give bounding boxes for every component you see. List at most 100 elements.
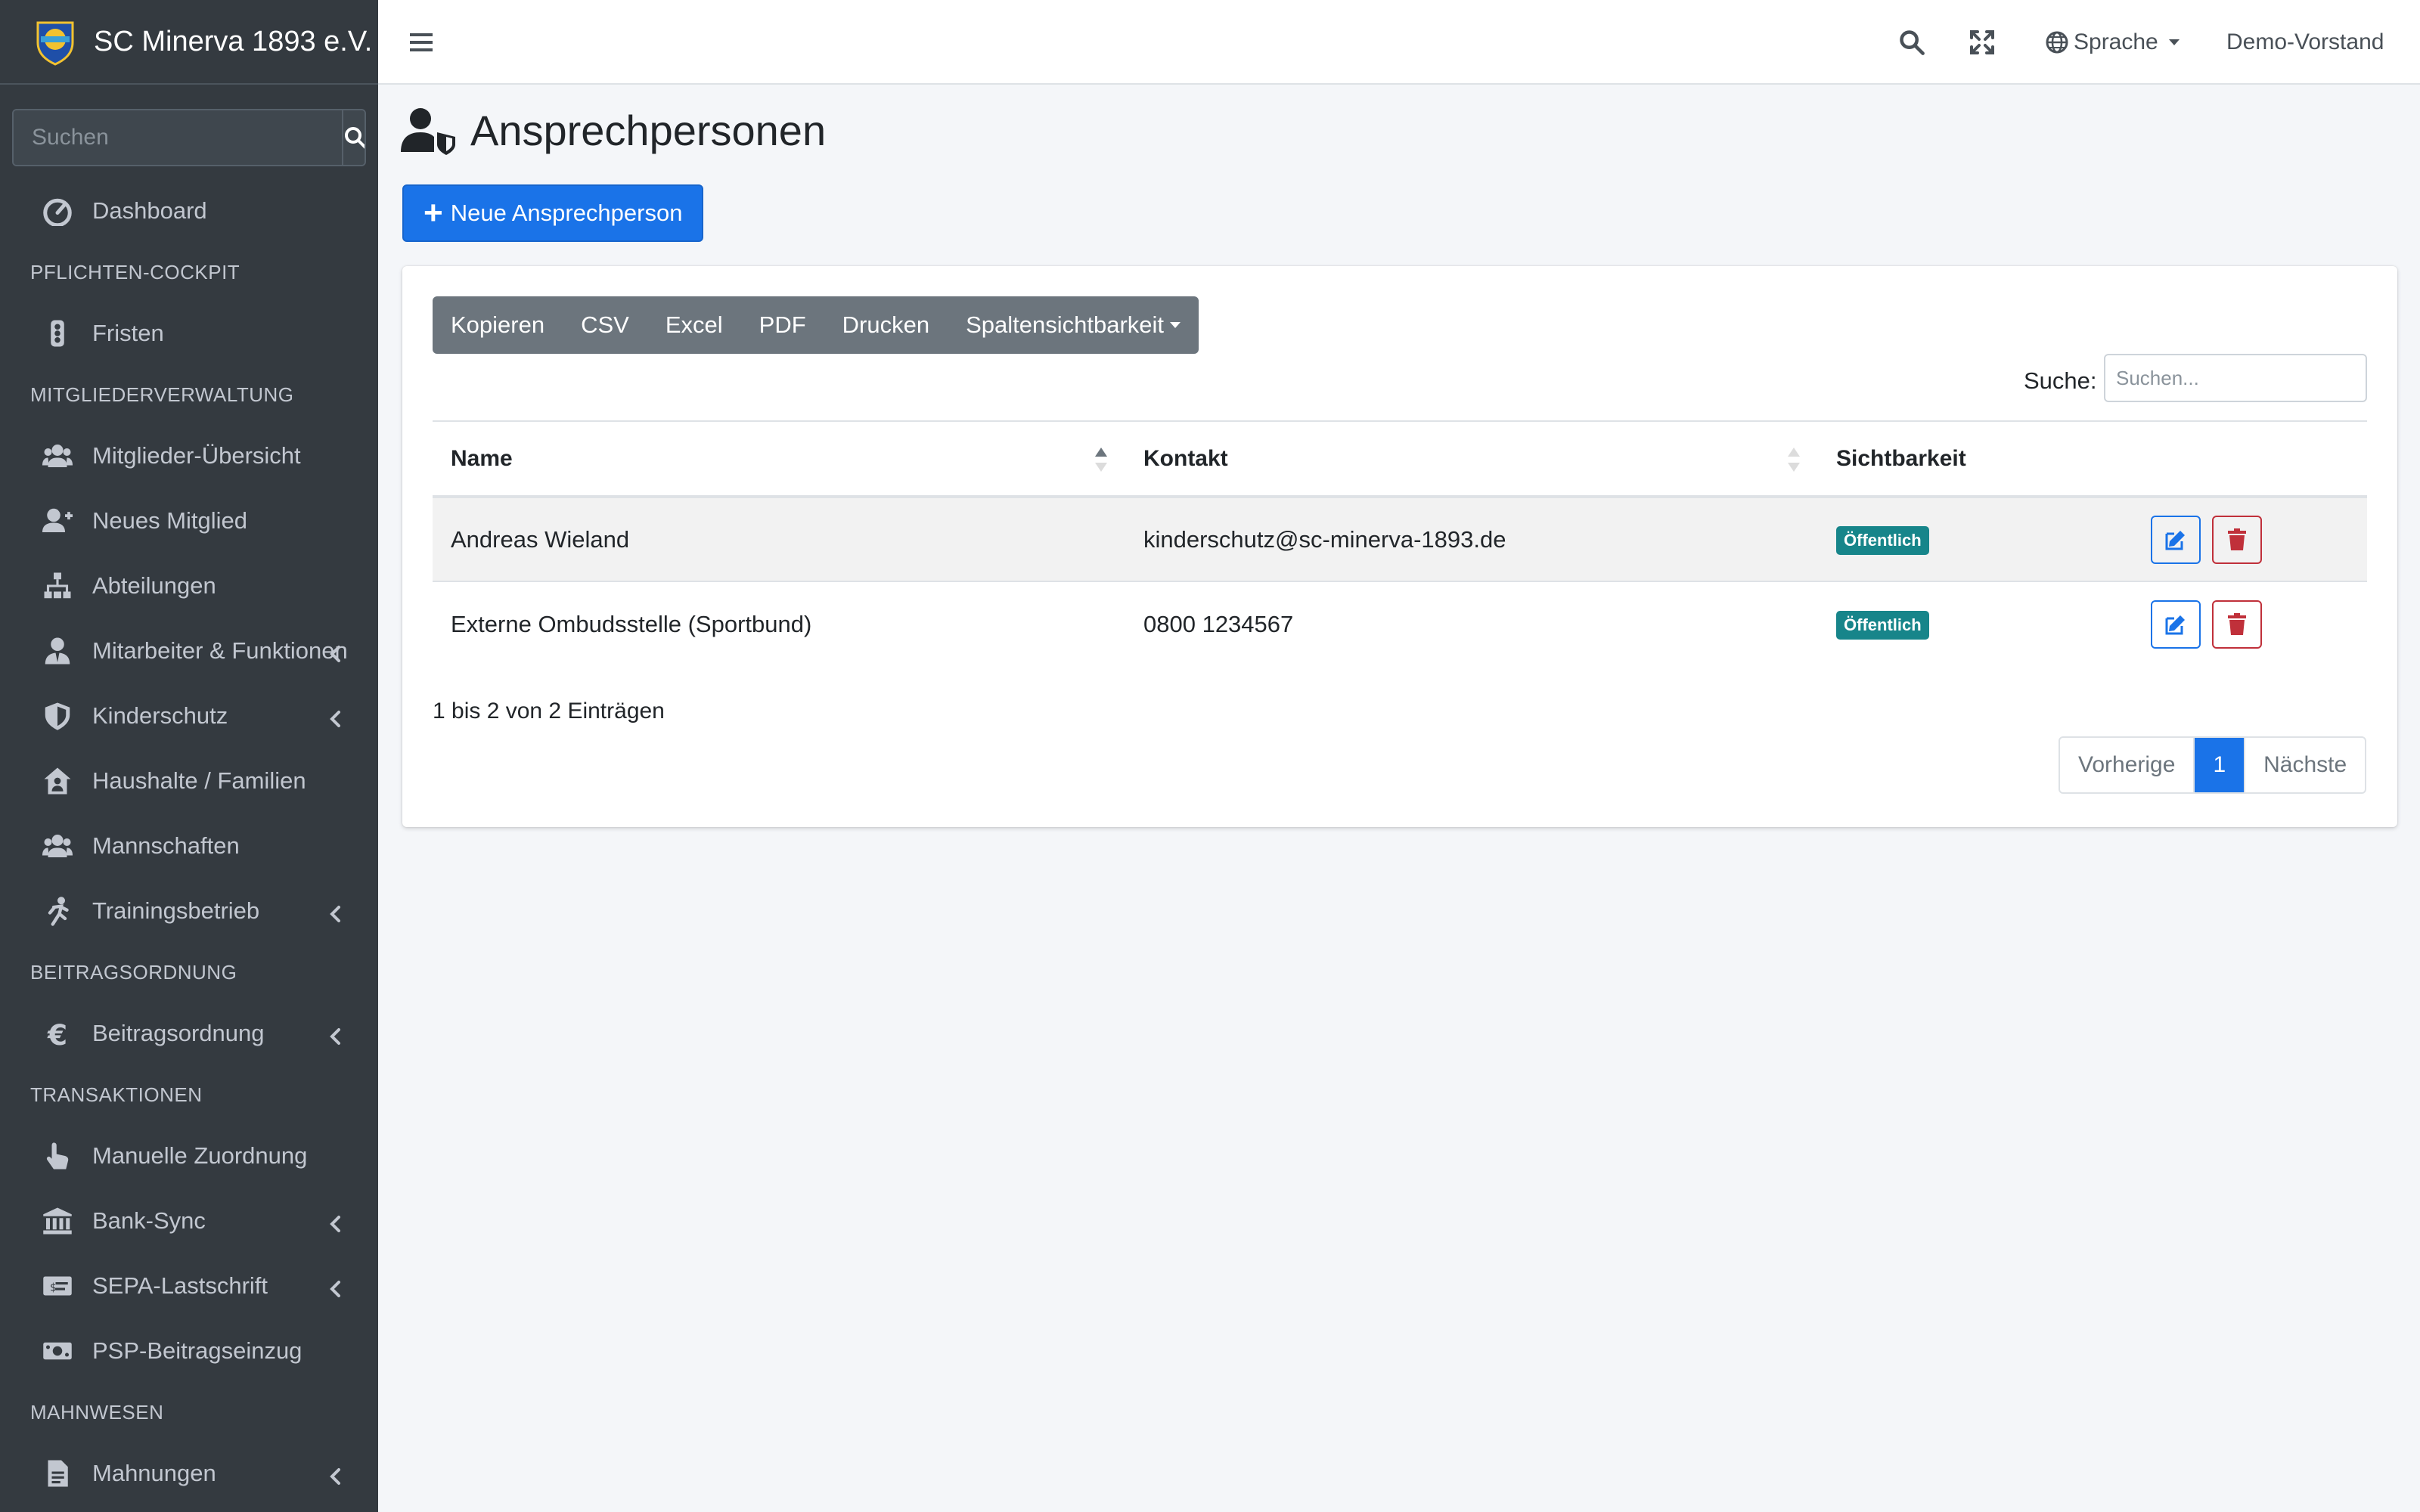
cell-contact: kinderschutz@sc-minerva-1893.de — [1125, 496, 1818, 581]
user-menu[interactable]: Demo-Vorstand — [2226, 0, 2384, 85]
table-row: Andreas Wieland kinderschutz@sc-minerva-… — [433, 496, 2367, 581]
csv-button[interactable]: CSV — [563, 296, 647, 354]
sidebar-section-header: TRANSAKTIONEN — [30, 1083, 203, 1106]
copy-button[interactable]: Kopieren — [433, 296, 563, 354]
sidebar-item-label: Bank-Sync — [92, 1207, 206, 1234]
sidebar-item-label: Dashboard — [92, 197, 207, 224]
cell-visibility: Öffentlich — [1818, 496, 2121, 581]
new-contact-label: Neue Ansprechperson — [450, 200, 683, 226]
pagination-page-1[interactable]: 1 — [2195, 738, 2245, 792]
fullscreen-button[interactable] — [1969, 0, 1995, 85]
sidebar-item-mannschaften[interactable]: Mannschaften — [0, 813, 378, 878]
chevron-left-icon — [327, 1212, 345, 1232]
sidebar-item-label: Neues Mitglied — [92, 507, 248, 534]
column-header-name[interactable]: Name — [433, 420, 1125, 498]
hand-pointer-icon — [41, 1139, 74, 1173]
page-title: Ansprechpersonen — [401, 106, 826, 155]
club-logo-icon — [36, 21, 74, 66]
contacts-table: Name Kontakt Sichtbarkeit Andreas Wielan… — [433, 420, 2367, 666]
sidebar-item-psp-beitragseinzug[interactable]: PSP-Beitragseinzug — [0, 1318, 378, 1383]
file-icon — [41, 1457, 74, 1490]
sidebar-search-input[interactable] — [14, 110, 342, 165]
chevron-left-icon — [327, 642, 345, 662]
sidebar-item-haushalte-familien[interactable]: Haushalte / Familien — [0, 748, 378, 813]
running-icon — [41, 894, 74, 928]
sidebar-section-header: BEITRAGSORDNUNG — [30, 960, 237, 984]
edit-button[interactable] — [2151, 515, 2201, 564]
table-search-input[interactable] — [2104, 354, 2367, 402]
sidebar-item-mitarbeiter-funktionen[interactable]: Mitarbeiter & Funktionen — [0, 618, 378, 683]
chevron-left-icon — [327, 1024, 345, 1045]
sidebar-item-beitragsordnung[interactable]: € Beitragsordnung — [0, 1001, 378, 1066]
chevron-left-icon — [327, 707, 345, 727]
sidebar-item-dashboard[interactable]: Dashboard — [0, 178, 378, 243]
navbar-search-button[interactable] — [1898, 0, 1925, 85]
new-contact-button[interactable]: + Neue Ansprechperson — [402, 184, 704, 242]
pagination: Vorherige 1 Nächste — [2059, 736, 2367, 794]
sidebar-item-label: Trainingsbetrieb — [92, 897, 260, 924]
sidebar-item-mitglieder-übersicht[interactable]: Mitglieder-Übersicht — [0, 423, 378, 488]
delete-button[interactable] — [2211, 515, 2262, 564]
traffic-light-icon — [41, 317, 74, 350]
excel-button[interactable]: Excel — [647, 296, 741, 354]
globe-icon — [2046, 31, 2068, 54]
search-icon — [345, 127, 365, 149]
cell-name: Andreas Wieland — [433, 496, 1125, 581]
sidebar-item-kinderschutz[interactable]: Kinderschutz — [0, 683, 378, 748]
column-header-visibility[interactable]: Sichtbarkeit — [1818, 420, 2121, 498]
sort-ascending-icon — [1095, 448, 1107, 472]
sidebar-item-trainingsbetrieb[interactable]: Trainingsbetrieb — [0, 878, 378, 943]
cell-name: Externe Ombudsstelle (Sportbund) — [433, 581, 1125, 666]
sidebar-nav: Dashboard PFLICHTEN-COCKPIT Fristen MITGLIE… — [0, 178, 378, 1506]
edit-icon — [2165, 615, 2185, 634]
sidebar-item-manuelle-zuordnung[interactable]: Manuelle Zuordnung — [0, 1123, 378, 1188]
table-search-label: Suche: — [2024, 367, 2097, 394]
sidebar-item-neues-mitglied[interactable]: Neues Mitglied — [0, 488, 378, 553]
trash-icon — [2227, 528, 2246, 550]
visibility-badge: Öffentlich — [1836, 610, 1929, 640]
sidebar-item-fristen[interactable]: Fristen — [0, 301, 378, 366]
sitemap-icon — [41, 569, 74, 603]
delete-button[interactable] — [2211, 600, 2262, 649]
sidebar-item-label: Mannschaften — [92, 832, 240, 859]
team-icon — [41, 829, 74, 863]
column-visibility-button[interactable]: Spaltensichtbarkeit — [948, 296, 1199, 354]
language-dropdown[interactable]: Sprache — [2045, 0, 2180, 85]
sidebar-item-label: Mitglieder-Übersicht — [92, 442, 301, 469]
export-button-group: Kopieren CSV Excel PDF Drucken Spaltensi… — [433, 296, 1199, 354]
money-bill-icon — [41, 1334, 74, 1368]
sidebar-item-mahnungen[interactable]: Mahnungen — [0, 1441, 378, 1506]
table-info: 1 bis 2 von 2 Einträgen — [433, 699, 665, 723]
sidebar-search-button[interactable] — [342, 110, 365, 165]
plus-icon: + — [424, 194, 443, 231]
pagination-next[interactable]: Nächste — [2244, 738, 2365, 792]
user-shield-icon — [401, 107, 455, 155]
brand[interactable]: SC Minerva 1893 e.V. — [0, 0, 378, 85]
sidebar-item-label: SEPA-Lastschrift — [92, 1272, 268, 1299]
sidebar-item-label: Kinderschutz — [92, 702, 228, 729]
shield-icon — [41, 699, 74, 733]
caret-down-icon — [2168, 39, 2180, 45]
sort-icon — [1788, 448, 1800, 472]
pdf-button[interactable]: PDF — [741, 296, 824, 354]
house-user-icon — [41, 764, 74, 798]
sidebar-item-label: Abteilungen — [92, 572, 216, 599]
cell-contact: 0800 1234567 — [1125, 581, 1818, 666]
sidebar-toggle-button[interactable] — [410, 27, 434, 61]
sidebar-search — [12, 109, 366, 166]
sidebar-item-bank-sync[interactable]: Bank-Sync — [0, 1188, 378, 1253]
bank-icon — [41, 1204, 74, 1238]
sidebar-item-abteilungen[interactable]: Abteilungen — [0, 553, 378, 618]
language-label: Sprache — [2074, 29, 2158, 54]
sidebar-item-label: Manuelle Zuordnung — [92, 1142, 308, 1169]
top-navbar: Sprache Demo-Vorstand — [378, 0, 2420, 85]
page-title-text: Ansprechpersonen — [470, 107, 827, 154]
column-header-contact[interactable]: Kontakt — [1125, 420, 1818, 498]
print-button[interactable]: Drucken — [824, 296, 948, 354]
column-header-actions — [2121, 420, 2367, 498]
gauge-icon — [41, 194, 74, 228]
pagination-previous[interactable]: Vorherige — [2060, 738, 2195, 792]
edit-button[interactable] — [2151, 600, 2201, 649]
column-visibility-label: Spaltensichtbarkeit — [966, 311, 1165, 338]
sidebar-item-sepa-lastschrift[interactable]: $ SEPA-Lastschrift — [0, 1253, 378, 1318]
